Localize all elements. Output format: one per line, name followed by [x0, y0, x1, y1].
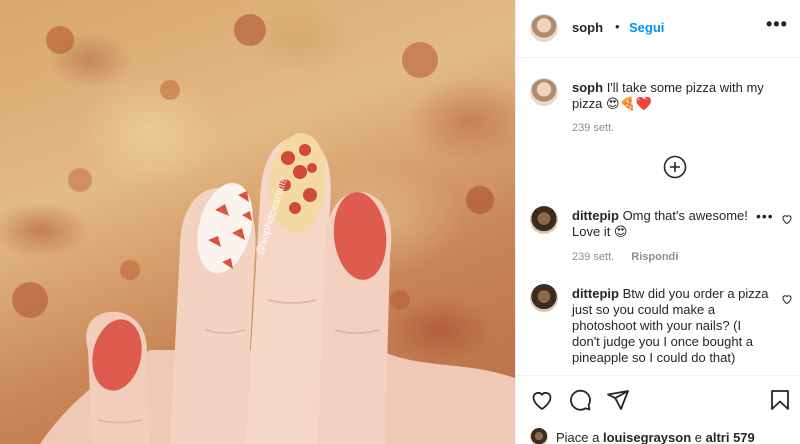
post-side-panel: soph • Segui ••• soph I'll take some piz… [515, 0, 800, 444]
plus-circle-icon[interactable] [663, 155, 687, 179]
heart-icon[interactable] [530, 388, 554, 412]
caption-username[interactable]: soph [572, 80, 603, 95]
comment: dittepip Btw did you order a pizza just … [572, 286, 772, 366]
post-photo[interactable]: @sophdoesnails [0, 0, 515, 444]
post-actions: Piace a louisegrayson e altri 579 [516, 375, 800, 444]
comment-like-icon[interactable] [781, 213, 793, 225]
comment-avatar[interactable] [530, 206, 558, 234]
comment-username[interactable]: dittepip [572, 286, 619, 301]
comment-timestamp[interactable]: 239 sett. [572, 251, 614, 263]
caption: soph I'll take some pizza with my pizza … [572, 80, 782, 112]
liker-avatar[interactable] [530, 428, 548, 444]
comment-username[interactable]: dittepip [572, 208, 619, 223]
likes-conj: e [694, 429, 702, 444]
bookmark-icon[interactable] [768, 388, 792, 412]
header-username[interactable]: soph [572, 20, 603, 35]
likes-others[interactable]: altri 579 [706, 430, 755, 444]
header-separator: • [615, 19, 620, 34]
comment-meta: 239 sett. Rispondi [572, 251, 692, 263]
comment-more-icon[interactable]: ••• [756, 208, 774, 224]
likes-user[interactable]: louisegrayson [603, 430, 691, 444]
follow-button[interactable]: Segui [629, 20, 664, 35]
caption-timestamp[interactable]: 239 sett. [572, 122, 614, 134]
caption-avatar[interactable] [530, 78, 558, 106]
instagram-post: @sophdoesnails soph • Segui ••• soph I'l… [0, 0, 800, 444]
likes-summary: Piace a louisegrayson e altri 579 [530, 428, 755, 444]
comment-avatar[interactable] [530, 284, 558, 312]
post-header: soph • Segui ••• [516, 0, 800, 58]
avatar[interactable] [530, 14, 558, 42]
reply-button[interactable]: Rispondi [631, 251, 678, 263]
likes-prefix: Piace a [556, 429, 600, 444]
comment: dittepip Omg that's awesome! Love it 😍 [572, 208, 752, 240]
hand-illustration: @sophdoesnails [12, 14, 515, 444]
more-options-icon[interactable]: ••• [766, 14, 788, 35]
comment-like-icon[interactable] [781, 293, 793, 305]
comment-icon[interactable] [568, 388, 592, 412]
share-icon[interactable] [606, 388, 630, 412]
